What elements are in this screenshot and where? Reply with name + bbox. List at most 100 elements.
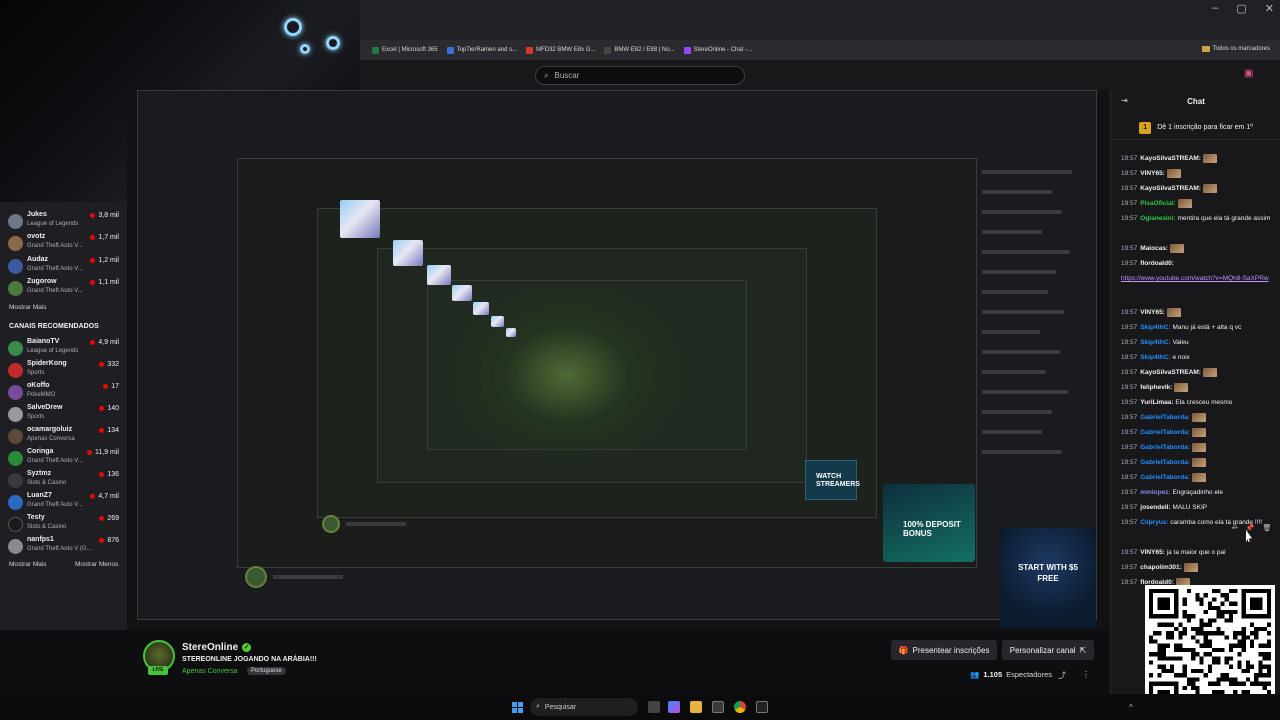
nested-chat-line — [982, 370, 1046, 374]
chat-username[interactable]: Skip4thC: — [1140, 324, 1170, 331]
chat-username[interactable]: VINY65: — [1140, 170, 1165, 177]
close-button[interactable]: ✕ — [1265, 2, 1274, 15]
bookmark-stereonline-chat[interactable]: StereOnline - Chat -... — [683, 46, 752, 54]
chat-message[interactable]: 19:57 feliphevik: — [1121, 383, 1276, 392]
task-view-icon[interactable] — [648, 701, 660, 713]
search-input[interactable]: ⌕ Buscar — [535, 66, 745, 85]
all-bookmarks[interactable]: Todos os marcadores — [1201, 46, 1270, 52]
show-more-link[interactable]: Mostrar Mais — [9, 304, 47, 311]
chat-message[interactable]: 19:57 Skip4thC: e noix — [1121, 353, 1276, 362]
avatar — [8, 385, 23, 400]
chevron-up-icon[interactable]: ^ — [1129, 703, 1133, 712]
notifications-icon[interactable]: ▣ — [1244, 68, 1256, 80]
taskbar — [0, 694, 1280, 720]
chat-message[interactable]: 19:57 VINY65: — [1121, 169, 1276, 178]
chat-username[interactable]: flordoald0: — [1140, 260, 1174, 267]
calculator-icon[interactable] — [712, 701, 724, 713]
chat-username[interactable]: Skip4thC: — [1140, 339, 1170, 346]
chat-username[interactable]: KayoSilvaSTREAM: — [1140, 369, 1201, 376]
bookmark-mfd32[interactable]: MFD32 BMW E8x G... — [526, 46, 595, 54]
chat-message[interactable]: 19:57 KayoSilvaSTREAM: — [1121, 184, 1276, 193]
bookmark-bmw-e82[interactable]: BMW E82 / E88 | No... — [604, 46, 675, 54]
pin-icon[interactable]: 📌 — [1246, 524, 1255, 532]
delete-icon[interactable]: 🗑 — [1263, 524, 1272, 532]
chat-message[interactable]: 19:57 Maiocas: — [1121, 244, 1276, 253]
bookmark-excel[interactable]: Excel | Microsoft 365 — [372, 46, 438, 54]
chat-username[interactable]: YuriLimaa: — [1140, 399, 1173, 406]
chat-username[interactable]: GabrielTaborda: — [1140, 444, 1190, 451]
chat-message[interactable]: 19:57 KayoSilvaSTREAM: — [1121, 368, 1276, 377]
chat-username[interactable]: KayoSilvaSTREAM: — [1140, 155, 1201, 162]
chat-message[interactable]: 19:57 VINY65: ja ta maior que o pai — [1121, 548, 1276, 557]
chat-username[interactable]: feliphevik: — [1140, 384, 1172, 391]
nested-chat-line — [982, 310, 1064, 314]
verified-icon: ✓ — [242, 643, 252, 652]
language-tag[interactable]: Portuguese — [247, 667, 286, 675]
copilot-icon[interactable] — [668, 701, 680, 713]
sub-goal-banner[interactable]: 1 Dê 1 inscrição para ficar em 1º — [1111, 116, 1280, 140]
chat-username[interactable]: Oglanesini: — [1140, 215, 1175, 222]
chat-message[interactable]: 19:57 GabrielTaborda: — [1121, 443, 1276, 452]
customize-channel-button[interactable]: Personalizar canal ⇱ — [1002, 640, 1094, 660]
chat-username[interactable]: VINY65: — [1140, 309, 1165, 316]
chat-message[interactable]: 19:57 PisaOficial: — [1121, 199, 1276, 208]
chat-username[interactable]: mmlopez: — [1140, 489, 1170, 496]
chat-message[interactable]: 19:57 GabrielTaborda: — [1121, 428, 1276, 437]
chat-message[interactable]: 19:57 Skip4thC: Valeu — [1121, 338, 1276, 347]
chat-username[interactable]: Ciipryus: — [1140, 519, 1168, 526]
chat-message[interactable]: 19:57 KayoSilvaSTREAM: — [1121, 154, 1276, 163]
chat-username[interactable]: Maiocas: — [1140, 245, 1168, 252]
maximize-button[interactable]: ▢ — [1236, 2, 1246, 15]
chat-message[interactable]: 19:57 flordoald0: — [1121, 259, 1276, 268]
chat-username[interactable]: KayoSilvaSTREAM: — [1140, 185, 1201, 192]
chat-message[interactable]: 19:57 josendell: MALU SKIP — [1121, 503, 1276, 512]
watch-streamers-banner[interactable]: WATCH STREAMERS — [805, 460, 860, 500]
minimize-button[interactable]: – — [1212, 2, 1218, 15]
stream-category-link[interactable]: Apenas Conversa — [182, 668, 238, 675]
chat-username[interactable]: GabrielTaborda: — [1140, 414, 1190, 421]
start-free-banner[interactable]: START WITH $5 FREE — [1000, 528, 1096, 628]
chat-username[interactable]: GabrielTaborda: — [1140, 474, 1190, 481]
chat-username[interactable]: chapolim301: — [1140, 564, 1182, 571]
viewers-icon: 👥 — [970, 670, 980, 679]
chat-username[interactable]: PisaOficial: — [1140, 200, 1175, 207]
chat-message[interactable]: 19:57 Oglanesini: mentira que ela tá gran… — [1121, 214, 1276, 223]
avatar — [8, 473, 23, 488]
reply-icon[interactable]: ↩ — [1232, 524, 1238, 532]
chat-message[interactable]: https://www.youtube.com/watch?v=MQh8-SaX… — [1121, 274, 1276, 283]
windows-start-icon[interactable] — [512, 702, 523, 713]
taskbar-search[interactable]: ⌕ Pesquisar — [530, 698, 638, 716]
chat-message[interactable]: 19:57 GabrielTaborda: — [1121, 473, 1276, 482]
bookmark-toptierramen[interactable]: TopTierRamen and s... — [446, 46, 517, 54]
avatar — [8, 407, 23, 422]
gift-goal-icon: 1 — [1139, 121, 1152, 134]
video-player[interactable]: WATCH STREAMERS 100% DEPOSIT BONUS — [127, 90, 1110, 630]
file-explorer-icon[interactable] — [690, 701, 702, 713]
chat-message[interactable]: 19:57 GabrielTaborda: — [1121, 413, 1276, 422]
chrome-icon[interactable] — [734, 701, 746, 713]
chat-username[interactable]: VINY65: — [1140, 549, 1165, 556]
chat-message[interactable]: 19:57 mmlopez: Engraçadinho ele — [1121, 488, 1276, 497]
live-dot-icon — [99, 516, 105, 521]
gift-subs-button[interactable]: 🎁 Presentear inscrições — [891, 640, 997, 660]
chat-username[interactable]: josendell: — [1140, 504, 1170, 511]
show-less-link[interactable]: Mostrar Menos — [75, 561, 118, 568]
sidebar-channel[interactable]: Zugorow Grand Theft Auto V... 1,1 mil — [8, 277, 123, 307]
share-icon[interactable]: ⤴ — [1058, 670, 1066, 681]
streamer-name[interactable]: StereOnline ✓ — [182, 642, 252, 653]
live-dot-icon — [99, 362, 105, 367]
chat-username[interactable]: Skip4thC: — [1140, 354, 1170, 361]
terminal-icon[interactable] — [756, 701, 768, 713]
chat-link[interactable]: https://www.youtube.com/watch?v=MQh8-SaX… — [1121, 275, 1269, 282]
chat-message[interactable]: 19:57 YuriLimaa: Ela cresceu mesmo — [1121, 398, 1276, 407]
show-more-recommended-link[interactable]: Mostrar Mais — [9, 561, 47, 568]
chat-message[interactable]: 19:57 Skip4thC: Manu já está + alta q vc — [1121, 323, 1276, 332]
chat-message[interactable]: 19:57 chapolim301: — [1121, 563, 1276, 572]
chat-message[interactable]: 19:57 VINY65: — [1121, 308, 1276, 317]
deposit-bonus-banner[interactable]: 100% DEPOSIT BONUS — [883, 484, 975, 562]
chat-message[interactable]: 19:57 GabrielTaborda: — [1121, 458, 1276, 467]
more-options-icon[interactable]: ⋮ — [1082, 670, 1090, 679]
nested-chat-line — [982, 210, 1062, 214]
chat-username[interactable]: GabrielTaborda: — [1140, 459, 1190, 466]
chat-username[interactable]: GabrielTaborda: — [1140, 429, 1190, 436]
